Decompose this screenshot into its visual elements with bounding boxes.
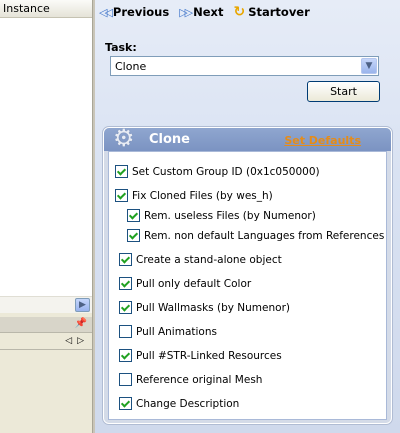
option-label: Pull #STR-Linked Resources <box>136 349 282 362</box>
option-label: Set Custom Group ID (0x1c050000) <box>132 165 320 178</box>
start-button[interactable]: Start <box>307 81 380 102</box>
chevron-down-icon[interactable]: ▼ <box>361 58 377 74</box>
scroll-right-icon[interactable]: ▶ <box>75 298 90 312</box>
tab-next-icon[interactable]: ▷ <box>77 336 84 346</box>
checkbox[interactable] <box>119 325 132 338</box>
option-label: Pull Animations <box>136 325 217 338</box>
wizard-pane: ◁◁ Previous ▷▷ Next ↻ Startover Task: Cl… <box>95 0 400 433</box>
task-selected-value: Clone <box>115 60 147 73</box>
option-change-description[interactable]: Change Description <box>119 397 239 410</box>
checkbox[interactable] <box>127 229 140 242</box>
option-pull-animations[interactable]: Pull Animations <box>119 325 217 338</box>
clone-panel-header: ⚙ Clone Set Defaults <box>104 124 391 152</box>
option-label: Reference original Mesh <box>136 373 263 386</box>
startover-button[interactable]: ↻ Startover <box>233 4 309 20</box>
double-arrow-right-icon: ▷▷ <box>179 5 193 19</box>
option-pull-wallmasks[interactable]: Pull Wallmasks (by Numenor) <box>119 301 290 314</box>
option-label: Change Description <box>136 397 240 410</box>
checkbox[interactable] <box>115 165 128 178</box>
checkbox[interactable] <box>119 373 132 386</box>
option-reference-original-mesh[interactable]: Reference original Mesh <box>119 373 262 386</box>
panel-title: Clone <box>149 132 190 147</box>
option-pull-default-color[interactable]: Pull only default Color <box>119 277 251 290</box>
wizard-toolbar: ◁◁ Previous ▷▷ Next ↻ Startover <box>95 0 400 24</box>
option-create-standalone-object[interactable]: Create a stand-alone object <box>119 253 282 266</box>
instance-list[interactable] <box>0 18 92 296</box>
option-pull-str-linked-resources[interactable]: Pull #STR-Linked Resources <box>119 349 282 362</box>
checkbox[interactable] <box>115 189 128 202</box>
option-label: Fix Cloned Files (by wes_h) <box>132 189 273 202</box>
previous-label: Previous <box>112 5 170 19</box>
dock-pane-header: 📌 <box>0 317 92 333</box>
horizontal-scrollbar[interactable]: ▶ <box>0 296 92 313</box>
double-arrow-left-icon: ◁◁ <box>99 5 113 19</box>
option-set-custom-group-id[interactable]: Set Custom Group ID (0x1c050000) <box>115 165 320 178</box>
lower-dock-area <box>0 351 92 433</box>
column-header-instance[interactable]: Instance <box>0 0 92 18</box>
tab-prev-icon[interactable]: ◁ <box>65 336 72 346</box>
checkbox[interactable] <box>119 397 132 410</box>
task-dropdown[interactable]: Clone ▼ <box>110 56 379 76</box>
left-pane: Instance ▶ 📌 ◁ ▷ <box>0 0 92 433</box>
option-label: Pull Wallmasks (by Numenor) <box>136 301 290 314</box>
option-label: Rem. useless Files (by Numenor) <box>144 209 316 222</box>
gear-icon: ⚙ <box>113 124 135 152</box>
checkbox[interactable] <box>119 277 132 290</box>
next-button[interactable]: ▷▷ Next <box>179 5 223 19</box>
set-defaults-link[interactable]: Set Defaults <box>284 134 361 147</box>
previous-button[interactable]: ◁◁ Previous <box>99 5 169 19</box>
checkbox[interactable] <box>119 349 132 362</box>
dock-pane-tabs: ◁ ▷ <box>0 334 92 350</box>
restart-icon: ↻ <box>233 4 246 20</box>
task-label: Task: <box>105 41 137 54</box>
option-label: Create a stand-alone object <box>136 253 282 266</box>
pin-icon[interactable]: 📌 <box>75 318 87 329</box>
checkbox[interactable] <box>127 209 140 222</box>
option-rem-useless-files[interactable]: Rem. useless Files (by Numenor) <box>127 209 316 222</box>
startover-label: Startover <box>248 5 310 19</box>
option-label: Pull only default Color <box>136 277 252 290</box>
clone-options-list: Set Custom Group ID (0x1c050000) Fix Clo… <box>108 151 387 420</box>
checkbox[interactable] <box>119 253 132 266</box>
next-label: Next <box>193 5 224 19</box>
checkbox[interactable] <box>119 301 132 314</box>
option-fix-cloned-files[interactable]: Fix Cloned Files (by wes_h) <box>115 189 273 202</box>
option-label: Rem. non default Languages from Referenc… <box>144 229 385 242</box>
option-rem-non-default-languages[interactable]: Rem. non default Languages from Referenc… <box>127 229 384 242</box>
clone-options-panel: ⚙ Clone Set Defaults Set Custom Group ID… <box>103 124 392 424</box>
